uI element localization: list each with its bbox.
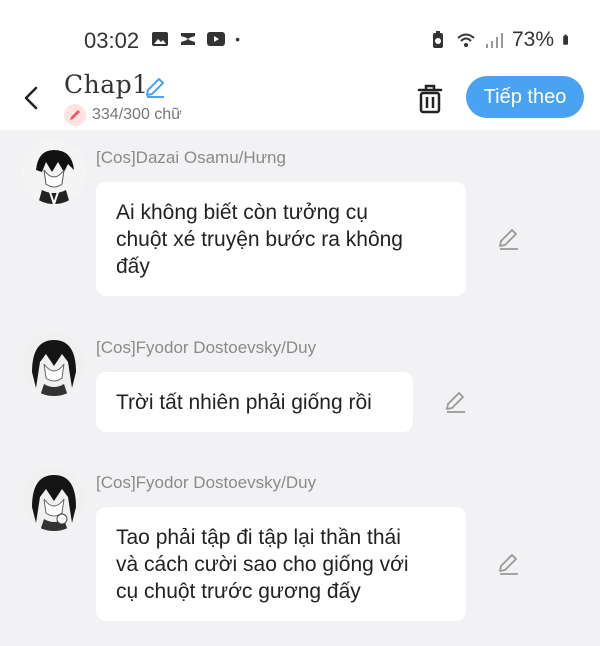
capcut-icon [181, 33, 195, 45]
edit-message-icon[interactable] [496, 226, 522, 252]
battery-saver-icon [432, 31, 443, 48]
pencil-icon [64, 104, 86, 126]
avatar[interactable] [22, 467, 86, 531]
message-line: và cách cười sao cho giống với [116, 553, 409, 576]
avatar[interactable] [22, 332, 86, 396]
edit-message-icon[interactable] [443, 389, 469, 415]
back-icon[interactable] [16, 80, 48, 116]
trash-icon[interactable] [414, 82, 446, 116]
message-line: cụ chuột trước gương đấy [116, 580, 361, 603]
status-bar: 03:02 73% [0, 0, 600, 78]
sender-name: [Cos]Fyodor Dostoevsky/Duy [96, 338, 317, 357]
message-bubble[interactable]: Tao phải tập đi tập lại thần thái và các… [96, 507, 466, 621]
message-line: Tao phải tập đi tập lại thần thái [116, 526, 401, 549]
signal-icon [485, 33, 503, 48]
sender-name: [Cos]Dazai Osamu/Hưng [96, 148, 286, 167]
edit-message-icon[interactable] [496, 551, 522, 577]
dot-icon [235, 37, 240, 42]
avatar[interactable] [22, 140, 86, 204]
status-system-icons: 73% [428, 28, 574, 52]
message-line: chuột xé truyện bước ra không [116, 228, 403, 251]
chapter-title[interactable]: Chap1 [64, 70, 149, 99]
char-count-text: 334/300 chữ [92, 106, 182, 123]
sender-name: [Cos]Fyodor Dostoevsky/Duy [96, 473, 317, 492]
battery-percent: 73% [511, 28, 554, 51]
gallery-icon [152, 32, 168, 46]
message-bubble[interactable]: Ai không biết còn tưởng cụ chuột xé truy… [96, 182, 466, 296]
status-notification-icons [150, 29, 246, 49]
message-line: đấy [116, 255, 150, 278]
edit-title-icon[interactable] [142, 74, 168, 100]
battery-icon [563, 34, 568, 45]
video-icon [207, 32, 225, 46]
wifi-icon [457, 33, 475, 47]
message-bubble[interactable]: Trời tất nhiên phải giống rồi [96, 372, 413, 432]
message-line: Trời tất nhiên phải giống rồi [116, 391, 372, 414]
message-line: Ai không biết còn tưởng cụ [116, 201, 368, 224]
editor-header: Chap1 334/300 chữ Tiếp theo [0, 68, 600, 130]
status-time: 03:02 [84, 28, 140, 53]
next-button[interactable]: Tiếp theo [466, 76, 584, 118]
char-counter: 334/300 chữ [64, 104, 182, 126]
